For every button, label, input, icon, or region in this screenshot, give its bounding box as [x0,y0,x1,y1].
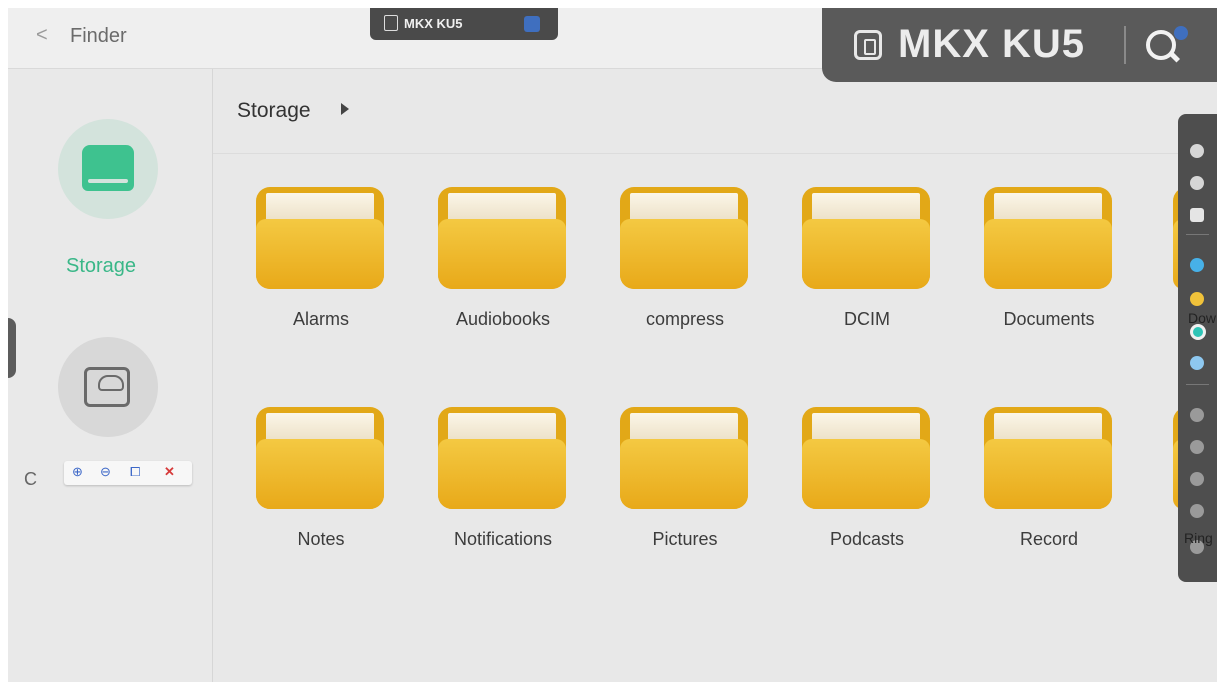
folder-name: Notes [297,529,345,549]
folder-item[interactable]: Documents [949,181,1119,331]
caret-right-icon[interactable] [341,103,349,115]
device-icon [384,15,398,31]
folder-icon [802,401,930,509]
sidebar-item-label: C [24,469,37,489]
status-dot-icon [1174,26,1188,40]
cut-off-label: Ring [1184,530,1213,546]
folder-item[interactable]: Alarms [221,181,391,331]
device-tag[interactable]: MKX KU5 [370,8,558,40]
pen-icon[interactable] [1190,440,1204,454]
floating-toolbar [1178,114,1217,582]
divider [1186,234,1209,235]
device-status-icon [524,16,540,32]
timer-icon[interactable] [1190,504,1204,518]
folder-item[interactable]: Record [949,401,1119,551]
device-banner[interactable]: MKX KU5 [822,8,1217,82]
chevron-left-icon[interactable]: < [36,24,48,47]
sidebar-collapse-handle[interactable] [8,318,16,378]
sidebar-item-label: Storage [66,255,137,277]
content-area: Storage Alarms Audiobooks compress DCIM … [213,69,1217,682]
whiteboard-icon[interactable] [1190,408,1204,422]
cloud-icon [98,375,124,391]
folder-icon [256,401,384,509]
folder-name: Record [1019,529,1079,549]
folder-shortcut-icon[interactable] [1190,292,1204,306]
folder-name: Audiobooks [455,309,551,329]
device-tag-label: MKX KU5 [404,16,463,31]
breadcrumb-item[interactable]: Storage [237,99,311,123]
app-shortcut-icon[interactable] [1190,258,1204,272]
folder-icon [984,401,1112,509]
fit-screen-icon[interactable]: ⧠ [130,464,140,480]
device-name: MKX KU5 [898,22,1086,66]
folder-name: Notifications [453,529,553,549]
folder-icon [256,181,384,289]
device-icon [854,30,882,60]
back-icon[interactable] [1190,144,1204,158]
app-title: Finder [70,25,127,47]
folder-item[interactable]: Audiobooks [403,181,573,331]
close-icon[interactable]: ✕ [164,464,175,480]
folder-icon [438,401,566,509]
folder-icon [984,181,1112,289]
zoom-toolbar: ⊕ ⊖ ⧠ ✕ [64,461,192,485]
divider [1186,384,1209,385]
folder-item[interactable]: Notes [221,401,391,551]
folder-item[interactable]: Pictures [585,401,755,551]
sidebar-item-cloud[interactable] [58,337,158,437]
folder-name: Podcasts [829,529,905,549]
folder-name: compress [645,309,725,329]
sidebar-item-storage[interactable] [58,119,158,219]
home-icon[interactable] [1190,176,1204,190]
folder-name: Alarms [292,309,349,329]
folder-icon [620,401,748,509]
finder-screen: < Finder MKX KU5 Storage C ⊕ ⊖ ⧠ ✕ Stora… [8,8,1217,682]
browser-icon[interactable] [1190,324,1206,340]
cut-off-label: Dow [1188,310,1217,326]
folder-name: Pictures [652,529,718,549]
drive-icon [82,145,134,191]
zoom-out-icon[interactable]: ⊖ [100,464,111,480]
apps-grid-icon[interactable] [1190,356,1204,370]
folder-icon [620,181,748,289]
divider [1124,26,1126,64]
folder-name: DCIM [844,309,890,329]
sidebar: Storage C ⊕ ⊖ ⧠ ✕ [8,69,213,682]
zoom-in-icon[interactable]: ⊕ [72,464,83,480]
folder-name: Documents [1003,309,1095,329]
folder-item[interactable]: compress [585,181,755,331]
recent-apps-icon[interactable] [1190,208,1204,222]
folder-icon [802,181,930,289]
folder-item[interactable]: Notifications [403,401,573,551]
folder-icon [438,181,566,289]
folder-item[interactable]: Podcasts [767,401,937,551]
folder-item[interactable]: DCIM [767,181,937,331]
storage-icon[interactable] [1190,472,1204,486]
